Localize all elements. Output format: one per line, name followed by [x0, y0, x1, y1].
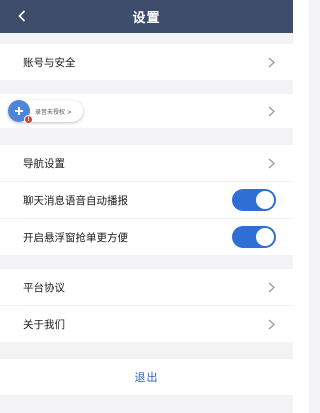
account-security-row[interactable]: 账号与安全	[0, 44, 293, 80]
chevron-right-icon	[268, 56, 276, 68]
settings-screen: 设置 账号与安全 ! 录音未授权 > 导航设置 聊天消息语音自动播报 开启悬浮窗…	[0, 0, 293, 413]
account-security-label: 账号与安全	[23, 56, 76, 69]
navigation-settings-label: 导航设置	[23, 157, 65, 170]
chevron-right-icon	[268, 105, 276, 117]
platform-agreement-row[interactable]: 平台协议	[0, 269, 293, 305]
page-title: 设置	[132, 11, 161, 26]
floating-window-toggle[interactable]	[232, 226, 276, 248]
chevron-right-icon	[268, 318, 276, 330]
logout-label: 退出	[134, 371, 159, 384]
platform-agreement-label: 平台协议	[23, 281, 65, 294]
floating-window-label: 开启悬浮窗抢单更方便	[23, 231, 128, 244]
chevron-right-icon	[268, 157, 276, 169]
chat-voice-autoplay-row: 聊天消息语音自动播报	[0, 182, 293, 218]
recording-permission-row[interactable]: ! 录音未授权 >	[0, 94, 293, 128]
about-us-row[interactable]: 关于我们	[0, 306, 293, 342]
back-arrow-icon[interactable]	[14, 8, 30, 24]
right-edge-panel	[293, 0, 309, 413]
recording-permission-text: 录音未授权 >	[35, 108, 72, 116]
toggle-knob	[256, 228, 274, 246]
recording-permission-pill[interactable]: ! 录音未授权 >	[8, 100, 83, 124]
logout-button[interactable]: 退出	[0, 359, 293, 395]
navigation-settings-row[interactable]: 导航设置	[0, 145, 293, 181]
avatar-icon: !	[8, 100, 33, 124]
floating-window-row: 开启悬浮窗抢单更方便	[0, 219, 293, 255]
chevron-right-icon	[268, 281, 276, 293]
badge-dot: !	[24, 115, 33, 124]
toggle-knob	[256, 191, 274, 209]
chat-voice-autoplay-label: 聊天消息语音自动播报	[23, 194, 128, 207]
about-us-label: 关于我们	[23, 318, 65, 331]
app-header: 设置	[0, 0, 293, 33]
chat-voice-autoplay-toggle[interactable]	[232, 189, 276, 211]
